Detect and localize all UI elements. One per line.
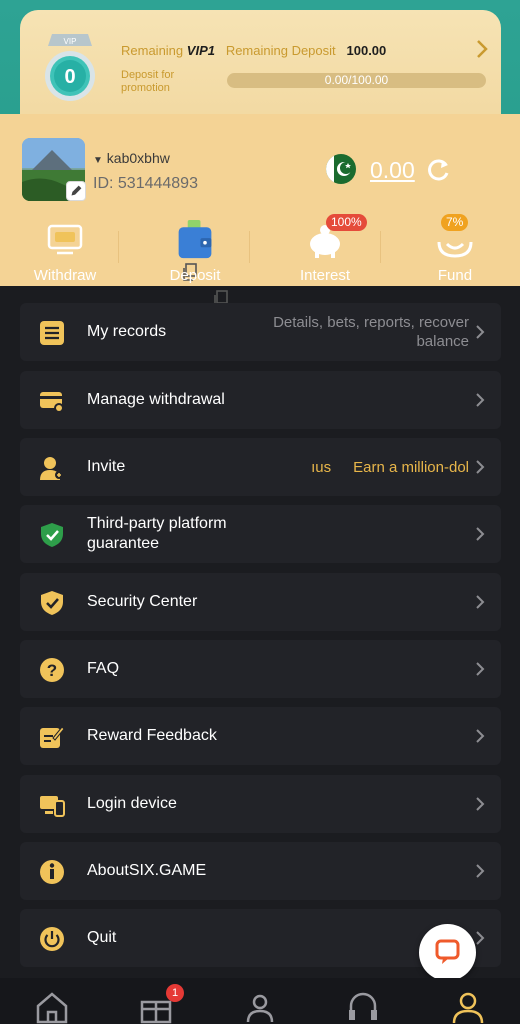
divider bbox=[118, 231, 119, 263]
interest-badge: 100% bbox=[326, 214, 367, 231]
menu-label: Reward Feedback bbox=[87, 727, 217, 744]
menu-item-about[interactable]: AboutSIX.GAME bbox=[20, 842, 501, 900]
divider bbox=[380, 231, 381, 263]
menu-label: My records bbox=[87, 323, 167, 340]
user-id: ID: 531444893 bbox=[93, 175, 198, 192]
menu-label: Invite bbox=[87, 458, 126, 475]
vip-level-text: 0 bbox=[64, 66, 75, 88]
username: kab0xbhw bbox=[106, 150, 170, 166]
menu-item-security-center[interactable]: Security Center bbox=[20, 573, 501, 631]
deposit-hint: Deposit for promotion bbox=[121, 69, 175, 94]
menu-hint-text: Earn a million-dol bbox=[353, 458, 469, 476]
chevron-right-icon bbox=[476, 931, 485, 945]
menu-label: Security Center bbox=[87, 593, 198, 610]
vip-card[interactable]: 0 VIP Remaining VIP1 Remaining Deposit 1… bbox=[20, 10, 501, 120]
power-icon bbox=[40, 927, 64, 951]
vip-progress-text: 0.00/100.00 bbox=[324, 73, 389, 87]
edit-avatar-icon[interactable] bbox=[66, 181, 86, 201]
bottom-nav bbox=[0, 978, 520, 1024]
menu-item-invite[interactable]: Invite ıus Earn a million-dol bbox=[20, 438, 501, 496]
security-shield-icon bbox=[41, 591, 63, 615]
menu-item-faq[interactable]: ? FAQ bbox=[20, 640, 501, 698]
next-vip-level: VIP1 bbox=[186, 43, 215, 58]
balance-amount[interactable]: 0.00 bbox=[370, 157, 415, 184]
card-settings-icon bbox=[40, 392, 64, 413]
menu-item-third-party-guarantee[interactable]: Third-party platform guarantee bbox=[20, 505, 501, 563]
info-icon bbox=[40, 860, 64, 884]
remaining-deposit-label: Remaining Deposit bbox=[225, 43, 336, 58]
menu-label: Login device bbox=[87, 795, 177, 812]
chevron-right-icon bbox=[476, 393, 485, 407]
user-icon[interactable] bbox=[451, 990, 485, 1024]
chevron-right-icon bbox=[476, 797, 485, 811]
interest-action[interactable]: Interest bbox=[270, 220, 380, 284]
menu-hint: Details, bets, reports, recover balance bbox=[273, 314, 469, 350]
pakistan-flag-icon bbox=[326, 154, 356, 184]
chat-bubble-icon bbox=[435, 939, 460, 964]
menu-item-my-records[interactable]: My records Details, bets, reports, recov… bbox=[20, 303, 501, 361]
chevron-right-icon bbox=[476, 662, 485, 676]
refresh-icon[interactable] bbox=[425, 156, 452, 183]
remaining-label: Remaining bbox=[121, 43, 184, 58]
deposit-label: Deposit bbox=[169, 267, 221, 284]
home-icon[interactable] bbox=[35, 990, 69, 1024]
chevron-right-icon bbox=[476, 595, 485, 609]
menu-label: Third-party platform guarantee bbox=[87, 515, 227, 552]
feedback-edit-icon bbox=[40, 726, 65, 748]
shield-check-icon bbox=[41, 523, 63, 547]
menu-item-reward-feedback[interactable]: Reward Feedback bbox=[20, 707, 501, 765]
devices-icon bbox=[40, 796, 65, 817]
vip-progress-bar: 0.00/100.00 bbox=[227, 73, 486, 88]
profile-panel: ▼ kab0xbhw ID: 531444893 0.00 Withdraw D… bbox=[0, 114, 520, 308]
chevron-right-icon bbox=[476, 460, 485, 474]
menu-label: AboutSIX.GAME bbox=[87, 862, 207, 879]
users-icon[interactable] bbox=[243, 990, 277, 1024]
fund-label: Fund bbox=[437, 267, 473, 284]
chevron-right-icon bbox=[476, 864, 485, 878]
wallet-icon bbox=[178, 220, 212, 259]
username-row: ▼ kab0xbhw bbox=[93, 150, 170, 166]
chat-support-button[interactable] bbox=[419, 924, 476, 981]
remaining-deposit-value: 100.00 bbox=[346, 43, 387, 58]
divider bbox=[249, 231, 250, 263]
withdraw-label: Withdraw bbox=[33, 267, 97, 284]
vip-level-badge-icon: 0 VIP bbox=[45, 34, 95, 101]
headset-icon[interactable] bbox=[346, 990, 380, 1024]
chevron-right-icon bbox=[476, 325, 485, 339]
chevron-right-icon bbox=[476, 527, 485, 541]
caret-down-icon[interactable]: ▼ bbox=[93, 155, 103, 166]
withdraw-icon bbox=[47, 224, 83, 255]
menu-hint: ıus Earn a million-dol bbox=[311, 438, 469, 496]
question-icon: ? bbox=[40, 658, 64, 682]
invite-user-icon bbox=[40, 457, 63, 480]
svg-text:?: ? bbox=[47, 661, 57, 680]
interest-label: Interest bbox=[299, 267, 351, 284]
menu-label: FAQ bbox=[87, 660, 120, 677]
withdraw-action[interactable]: Withdraw bbox=[10, 220, 120, 284]
menu-label: Quit bbox=[87, 929, 117, 946]
menu-label: Manage withdrawal bbox=[87, 391, 225, 408]
deposit-action[interactable]: Deposit bbox=[140, 220, 250, 284]
fund-badge: 7% bbox=[441, 214, 469, 231]
menu-item-manage-withdrawal[interactable]: Manage withdrawal bbox=[20, 371, 501, 429]
gift-notification-badge: 1 bbox=[166, 984, 184, 1002]
chevron-right-icon[interactable] bbox=[475, 38, 489, 60]
menu-item-login-device[interactable]: Login device bbox=[20, 775, 501, 833]
chevron-right-icon bbox=[476, 729, 485, 743]
menu-hint-prefix: ıus bbox=[311, 458, 332, 476]
vip-remaining-line: Remaining VIP1 Remaining Deposit 100.00 bbox=[121, 43, 386, 58]
records-icon bbox=[40, 321, 64, 345]
vip-badge-label: VIP bbox=[64, 37, 77, 46]
